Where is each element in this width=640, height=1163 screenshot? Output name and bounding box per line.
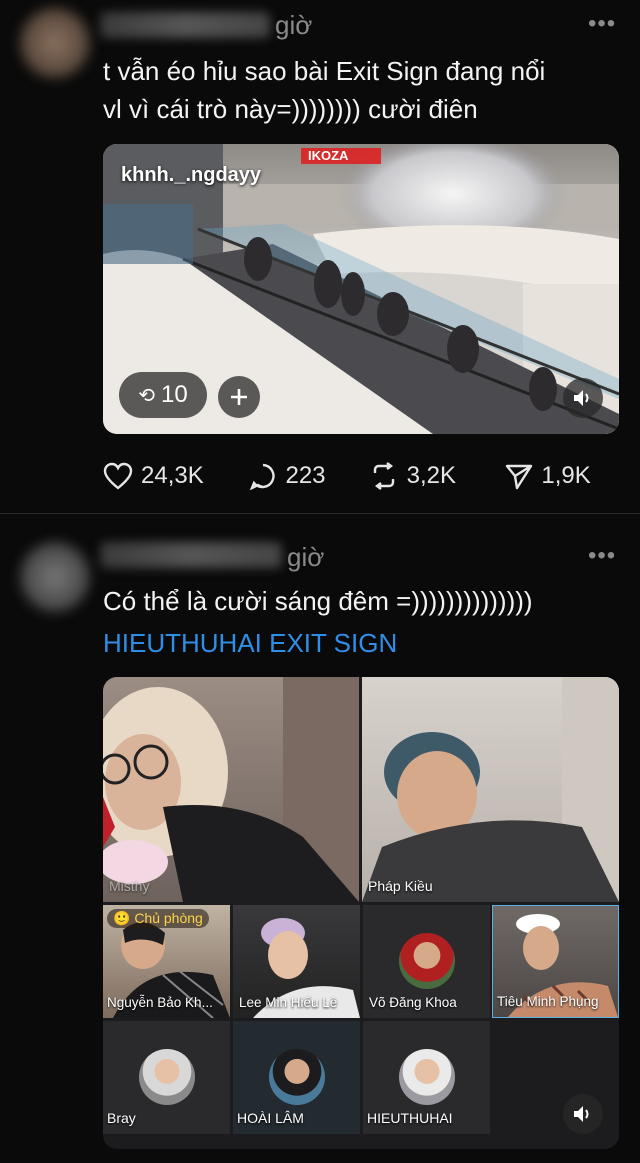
video-tile-bray[interactable]: Bray [103, 1021, 230, 1134]
avatar[interactable] [20, 542, 90, 612]
tile-label: HOÀI LÂM [237, 1110, 304, 1126]
video-tile-vo-dang-khoa[interactable]: Võ Đăng Khoa [363, 905, 490, 1018]
speaker-icon [574, 1106, 589, 1122]
video-tile-lee-min-hieu-le[interactable]: Lee Min Hiếu Lê [233, 905, 360, 1018]
tile-label: Võ Đăng Khoa [369, 995, 457, 1010]
post-time: giờ [275, 10, 313, 40]
tile-label: HIEUTHUHAI [367, 1110, 453, 1126]
video-tile-phap-kieu[interactable]: Pháp Kiều [362, 677, 619, 902]
video-player[interactable]: IKOZA khnh._.ngdayy ⟲ 10 [103, 144, 619, 434]
video-tile-host[interactable]: 🙂 Chủ phòng Nguyễn Bảo Kh... [103, 905, 230, 1018]
repost-icon: ⟲ [138, 384, 156, 407]
more-options-icon[interactable]: ••• [588, 10, 616, 38]
plus-icon [231, 389, 247, 405]
share-count: 1,9K [541, 462, 591, 489]
avatar-circle [399, 1049, 455, 1105]
video-tile-hieuthuhai[interactable]: HIEUTHUHAI [363, 1021, 490, 1134]
post-text: Có thể là cười sáng đêm =)))))))))))))) … [103, 582, 533, 662]
like-count: 24,3K [141, 462, 204, 489]
plus-button[interactable] [218, 376, 260, 418]
post-2: giờ ••• Có thể là cười sáng đêm =)))))))… [0, 514, 640, 1163]
video-watermark: khnh._.ngdayy [121, 164, 262, 186]
repost-count: 10 [161, 381, 188, 408]
speaker-icon [574, 390, 589, 406]
post-text-line: t vẫn éo hỉu sao bài Exit Sign đang nổi [103, 56, 546, 86]
store-sign: IKOZA [308, 148, 349, 163]
participant-image [103, 677, 359, 902]
mute-toggle[interactable] [563, 378, 603, 418]
tile-label: Tiêu Minh Phụng [497, 994, 599, 1009]
tile-label: Bray [107, 1110, 136, 1126]
post-text-line: vl vì cái trò này=)))))))) cười điên [103, 94, 478, 124]
livestream-grid[interactable]: Misthy Pháp Kiều 🙂 Chủ phòng Nguyễn Bảo … [103, 677, 619, 1149]
comment-icon [250, 463, 276, 490]
comment-count: 223 [285, 462, 326, 489]
host-badge: 🙂 Chủ phòng [107, 909, 209, 928]
username-blurred[interactable] [100, 12, 270, 38]
video-tile-hoai-lam[interactable]: HOÀI LÂM [233, 1021, 360, 1134]
avatar[interactable] [20, 8, 90, 78]
tile-label: Lee Min Hiếu Lê [239, 995, 338, 1010]
video-tile-misthy[interactable]: Misthy [103, 677, 359, 902]
tile-label: Pháp Kiều [368, 878, 433, 894]
avatar-circle [399, 933, 455, 989]
share-button[interactable]: 1,9K [505, 458, 603, 494]
post-text-line: Có thể là cười sáng đêm =)))))))))))))) [103, 586, 533, 616]
mute-toggle[interactable] [563, 1094, 603, 1134]
post-text: t vẫn éo hỉu sao bài Exit Sign đang nổi … [103, 52, 545, 128]
participant-image [362, 677, 619, 902]
send-icon [506, 464, 533, 490]
heart-icon [103, 462, 133, 490]
post-actions: 24,3K 223 3,2K 1,9K [103, 458, 603, 494]
avatar-circle [269, 1049, 325, 1105]
like-button[interactable]: 24,3K [103, 458, 249, 494]
comment-button[interactable]: 223 [249, 458, 368, 494]
avatar-circle [139, 1049, 195, 1105]
tile-label: Misthy [109, 878, 150, 894]
repost-button[interactable]: 3,2K [369, 458, 506, 494]
post-1: giờ ••• t vẫn éo hỉu sao bài Exit Sign đ… [0, 0, 640, 513]
tile-label: Nguyễn Bảo Kh... [107, 995, 213, 1010]
video-tile-tieu-minh-phung[interactable]: Tiêu Minh Phụng [492, 905, 619, 1018]
post-time: giờ [287, 542, 325, 572]
more-options-icon[interactable]: ••• [588, 542, 616, 570]
username-blurred[interactable] [100, 542, 282, 568]
repost-count: 3,2K [406, 462, 456, 489]
post-link[interactable]: HIEUTHUHAI EXIT SIGN [103, 624, 533, 662]
repost-count-pill[interactable]: ⟲ 10 [119, 372, 207, 418]
repost-icon [373, 462, 394, 490]
